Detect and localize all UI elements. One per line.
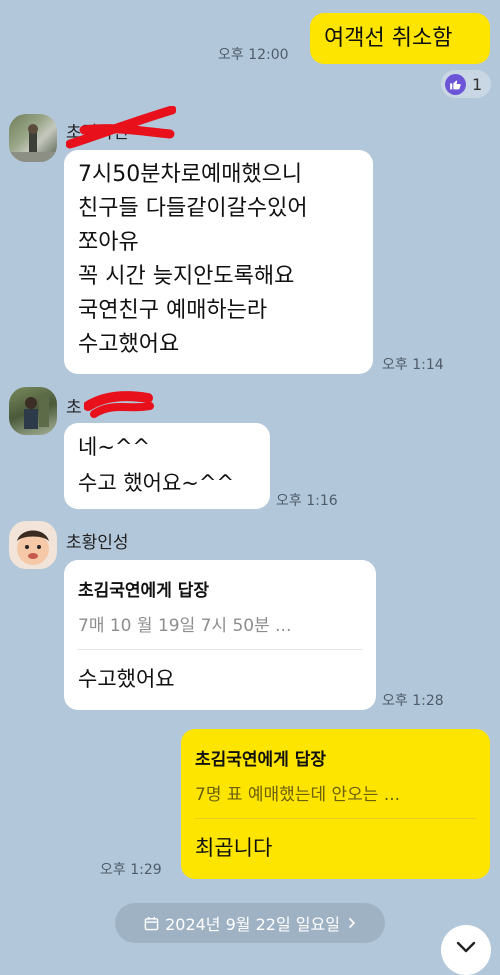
avatar[interactable] [9,114,57,162]
avatar[interactable] [9,387,57,435]
reaction-count: 1 [472,74,483,94]
message-time: 오후 1:14 [382,357,444,373]
chevron-down-icon [456,941,476,953]
message-time: 오후 1:16 [276,493,338,509]
reply-snippet[interactable]: 7매 10 월 19일 7시 50분 ... [78,611,362,636]
message-bubble[interactable]: 네~^^ 수고 했어요~^^ [64,423,270,509]
message-time: 오후 1:28 [382,693,444,709]
reaction-badge[interactable]: 1 [441,70,491,98]
message-bubble[interactable]: 7시50분차로예매했으니 친구들 다들같이갈수있어 쪼아유 꼭 시간 늦지안도록… [64,150,373,374]
message-text: 수고했어요 [78,667,175,691]
sender-name: 초황인성 [66,533,129,553]
reply-message-bubble[interactable]: 초김국연에게 답장 7매 10 월 19일 7시 50분 ... 수고했어요 [64,560,376,710]
redaction-mark [84,391,154,418]
reply-title[interactable]: 초김국연에게 답장 [78,576,362,601]
message-text: 7시50분차로예매했으니 친구들 다들같이갈수있어 쪼아유 꼭 시간 늦지안도록… [78,162,308,357]
sender-name: 초 [66,398,82,418]
reply-snippet[interactable]: 7명 표 예매했는데 안오는 ... [195,780,476,805]
my-reply-message-bubble[interactable]: 초김국연에게 답장 7명 표 예매했는데 안오는 ... 최곱니다 [181,729,490,879]
message-time: 오후 1:29 [100,862,162,878]
date-jump-pill[interactable]: 2024년 9월 22일 일요일 [115,903,385,943]
reply-divider [78,649,362,650]
message-text: 네~^^ 수고 했어요~^^ [78,435,235,495]
my-message-bubble[interactable]: 여객선 취소함 [310,13,490,64]
thumbs-up-icon [445,73,466,95]
message-text: 최곱니다 [195,836,273,860]
chevron-right-icon [348,917,356,929]
message-text: 여객선 취소함 [324,26,453,51]
reply-title[interactable]: 초김국연에게 답장 [195,745,476,770]
message-time: 오후 12:00 [218,47,289,63]
redaction-mark [66,106,176,149]
reply-divider [195,818,476,819]
calendar-icon [144,916,159,931]
date-label: 2024년 9월 22일 일요일 [165,915,340,934]
avatar[interactable] [9,521,57,569]
scroll-to-bottom-button[interactable] [441,925,491,975]
